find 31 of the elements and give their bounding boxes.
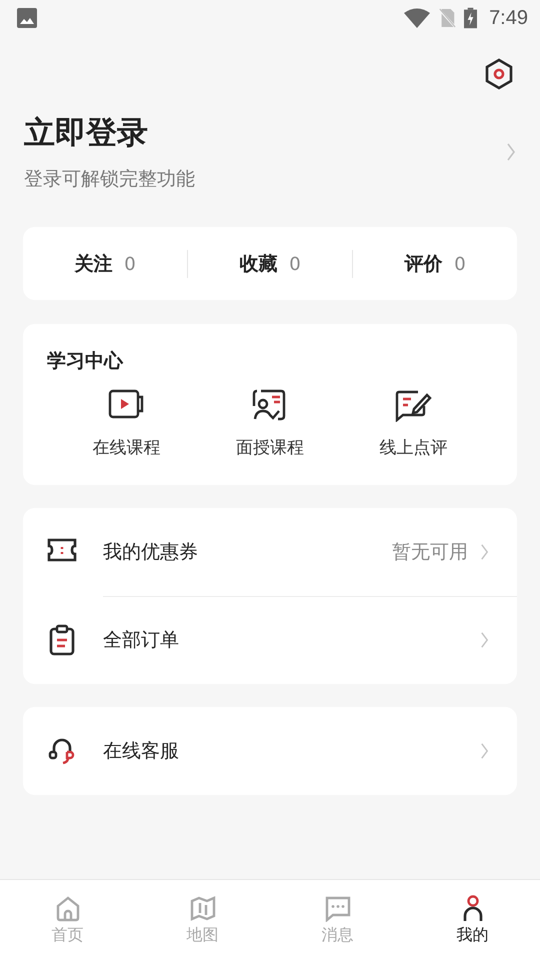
chevron-right-icon — [506, 142, 516, 162]
menu-label: 在线客服 — [103, 739, 180, 764]
menu-label: 我的优惠券 — [103, 540, 199, 564]
status-time: 7:49 — [489, 6, 528, 30]
clipboard-icon — [47, 624, 77, 656]
stat-count: 0 — [289, 254, 301, 274]
map-icon — [188, 894, 216, 922]
chevron-right-icon — [480, 631, 489, 649]
login-title[interactable]: 立即登录 — [24, 112, 148, 154]
menu-value: 暂无可用 — [392, 540, 468, 564]
course-link[interactable]: 面授课程 — [236, 436, 304, 459]
tab[interactable]: 我的 — [405, 880, 540, 960]
chat-icon — [324, 894, 352, 922]
menu-label: 全部订单 — [103, 628, 180, 653]
no-sim-icon — [438, 8, 456, 28]
comment-pencil-icon[interactable] — [394, 388, 432, 422]
stat-count: 0 — [454, 254, 466, 274]
image-icon — [17, 8, 37, 28]
stat-count: 0 — [124, 254, 136, 274]
stat-label[interactable]: 评价 — [404, 250, 442, 276]
login-subtitle: 登录可解锁完整功能 — [24, 167, 195, 192]
chevron-right-icon — [480, 742, 489, 760]
wifi-icon — [404, 8, 430, 28]
stat-label[interactable]: 关注 — [74, 250, 112, 276]
course-link[interactable]: 在线课程 — [92, 436, 161, 459]
section-title: 学习中心 — [47, 349, 123, 374]
course-link[interactable]: 线上点评 — [379, 436, 448, 459]
stat-label[interactable]: 收藏 — [239, 250, 278, 276]
chevron-right-icon — [480, 542, 489, 560]
battery-charging-icon — [464, 7, 478, 29]
settings-icon[interactable] — [484, 58, 514, 90]
